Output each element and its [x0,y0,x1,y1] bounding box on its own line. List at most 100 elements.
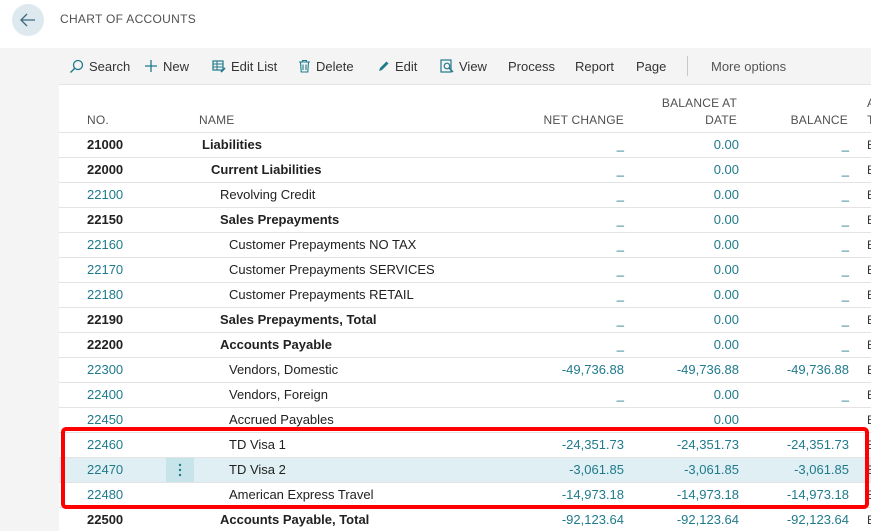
delete-button[interactable]: Delete [298,48,354,84]
column-header-balance-at-date[interactable]: BALANCE AT DATE [629,95,737,129]
net-change-value[interactable]: _ [499,133,624,157]
balance-value[interactable] [749,408,849,432]
column-header-next[interactable]: A T [867,95,871,129]
edit-label: Edit [395,58,418,74]
column-header-balance[interactable]: BALANCE [750,112,848,129]
report-menu[interactable]: Report [575,48,614,84]
more-options-button[interactable]: More options [711,48,786,84]
new-button[interactable]: New [144,48,189,84]
balance-at-date-value[interactable]: 0.00 [629,383,739,407]
balance-at-date-value[interactable]: 0.00 [629,308,739,332]
net-change-value[interactable]: _ [499,208,624,232]
net-change-value[interactable]: _ [499,258,624,282]
balance-value[interactable]: _ [749,283,849,307]
account-no[interactable]: 22470 [87,458,123,482]
balance-value[interactable]: _ [749,208,849,232]
balance-value[interactable]: -14,973.18 [749,483,849,507]
balance-at-date-value[interactable]: 0.00 [629,133,739,157]
balance-at-date-value[interactable]: 0.00 [629,158,739,182]
balance-at-date-value[interactable]: -14,973.18 [629,483,739,507]
balance-value[interactable]: -3,061.85 [749,458,849,482]
account-no[interactable]: 22400 [87,383,123,407]
balance-value[interactable]: _ [749,383,849,407]
net-change-value[interactable]: -14,973.18 [499,483,624,507]
column-header-no[interactable]: NO. [87,112,109,129]
balance-value[interactable]: -49,736.88 [749,358,849,382]
table-row[interactable]: 22190Sales Prepayments, Total_0.00_E [59,307,871,332]
account-no[interactable]: 22480 [87,483,123,507]
account-no[interactable]: 22170 [87,258,123,282]
balance-value[interactable]: _ [749,158,849,182]
balance-value[interactable]: _ [749,133,849,157]
plus-icon [145,60,157,72]
net-change-value[interactable]: _ [499,283,624,307]
account-no[interactable]: 22460 [87,433,123,457]
net-change-value[interactable]: -49,736.88 [499,358,624,382]
balance-value[interactable]: _ [749,258,849,282]
next-column-value: E [867,433,871,457]
process-menu[interactable]: Process [508,48,555,84]
table-row[interactable]: 22180Customer Prepayments RETAIL_0.00_E [59,282,871,307]
net-change-value[interactable] [499,408,624,432]
search-icon [70,59,84,73]
account-no[interactable]: 22450 [87,408,123,432]
table-row[interactable]: 22470 TD Visa 2 -3,061.85 -3,061.85 -3,061.8… [59,457,871,482]
net-change-value[interactable]: -92,123.64 [499,508,624,532]
account-no[interactable]: 22160 [87,233,123,257]
net-change-value[interactable]: _ [499,333,624,357]
balance-at-date-value[interactable]: 0.00 [629,183,739,207]
row-actions-button[interactable] [166,458,194,482]
net-change-value[interactable]: _ [499,183,624,207]
table-row[interactable]: 22450 Accrued Payables 0.00 E [59,407,871,432]
table-row[interactable]: 22300 Vendors, Domestic -49,736.88 -49,736.… [59,357,871,382]
next-column-value: E [867,133,871,157]
balance-value[interactable]: _ [749,333,849,357]
balance-value[interactable]: _ [749,308,849,332]
balance-at-date-value[interactable]: 0.00 [629,283,739,307]
table-row[interactable]: 22480 American Express Travel -14,973.18 -1… [59,482,871,507]
table-row[interactable]: 22100Revolving Credit_0.00_E [59,182,871,207]
balance-at-date-value[interactable]: 0.00 [629,408,739,432]
next-column-value: E [867,508,871,532]
account-no[interactable]: 22180 [87,283,123,307]
table-row[interactable]: 21000Liabilities_0.00_E [59,132,871,157]
table-row[interactable]: 22460 TD Visa 1 -24,351.73 -24,351.73 -24,35… [59,432,871,457]
search-button[interactable]: Search [69,48,130,84]
balance-value[interactable]: -24,351.73 [749,433,849,457]
net-change-value[interactable]: -3,061.85 [499,458,624,482]
balance-at-date-value[interactable]: 0.00 [629,258,739,282]
balance-value[interactable]: _ [749,233,849,257]
table-row[interactable]: 22200Accounts Payable_0.00_E [59,332,871,357]
new-label: New [163,58,190,74]
net-change-value[interactable]: _ [499,383,624,407]
page-header: CHART OF ACCOUNTS [0,0,871,48]
balance-at-date-value[interactable]: -92,123.64 [629,508,739,532]
page-menu[interactable]: Page [636,48,666,84]
table-row[interactable]: 22000Current Liabilities_0.00_E [59,157,871,182]
account-no[interactable]: 22300 [87,358,123,382]
column-header-name[interactable]: NAME [199,112,234,129]
balance-at-date-value[interactable]: -3,061.85 [629,458,739,482]
balance-value[interactable]: _ [749,183,849,207]
balance-at-date-value[interactable]: 0.00 [629,333,739,357]
back-button[interactable] [12,4,44,36]
table-row[interactable]: 22500 Accounts Payable, Total -92,123.64 -9… [59,507,871,532]
net-change-value[interactable]: _ [499,233,624,257]
balance-at-date-value[interactable]: -49,736.88 [629,358,739,382]
table-row[interactable]: 22400Vendors, Foreign_0.00_E [59,382,871,407]
table-row[interactable]: 22170 Customer Prepayments SERVICES _ 0.00 _… [59,257,871,282]
column-header-net-change[interactable]: NET CHANGE [500,112,624,129]
table-row[interactable]: 22160Customer Prepayments NO TAX_0.00_E [59,232,871,257]
balance-at-date-value[interactable]: 0.00 [629,233,739,257]
edit-list-button[interactable]: Edit List [212,48,277,84]
net-change-value[interactable]: _ [499,308,624,332]
table-row[interactable]: 22150Sales Prepayments_0.00_E [59,207,871,232]
view-button[interactable]: View [440,48,487,84]
net-change-value[interactable]: -24,351.73 [499,433,624,457]
net-change-value[interactable]: _ [499,158,624,182]
balance-at-date-value[interactable]: -24,351.73 [629,433,739,457]
account-no[interactable]: 22100 [87,183,123,207]
edit-button[interactable]: Edit [377,48,417,84]
balance-at-date-value[interactable]: 0.00 [629,208,739,232]
balance-value[interactable]: -92,123.64 [749,508,849,532]
